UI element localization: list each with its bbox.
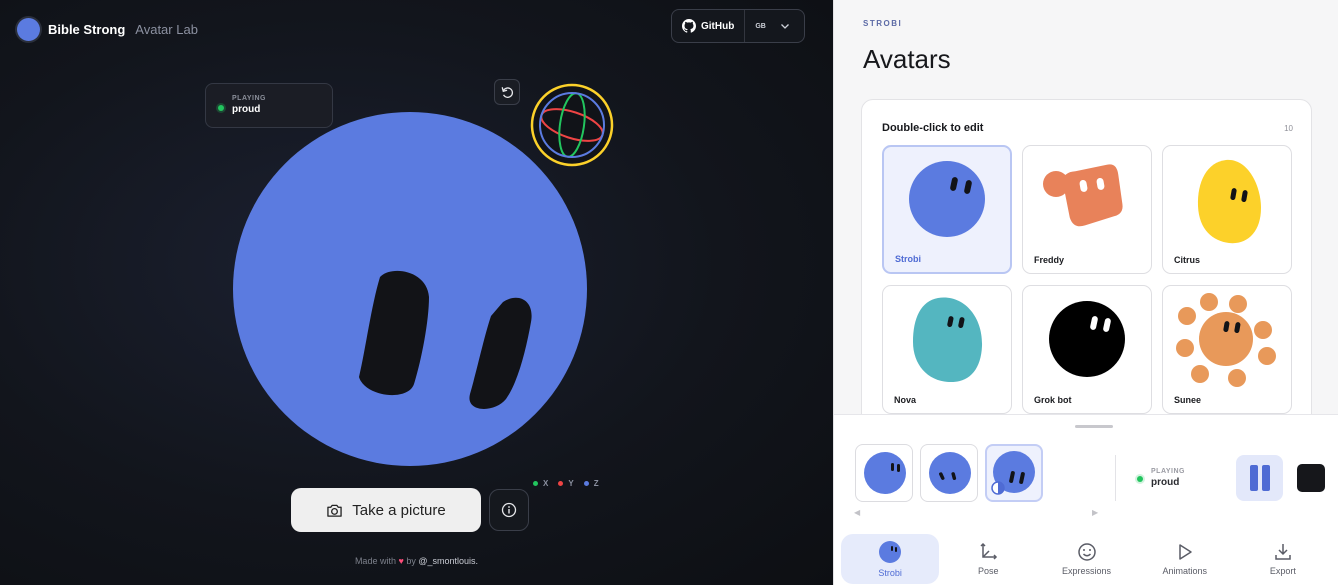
download-icon [1275,544,1291,560]
drag-handle[interactable] [1075,425,1113,428]
tab-label: Pose [978,566,999,576]
avatar-name: Freddy [1034,255,1065,265]
pause-icon [1261,465,1270,491]
axis-x-swatch [533,481,538,486]
author-link[interactable]: @_smontlouis. [418,556,478,566]
tab-label: Expressions [1061,566,1112,576]
brand: Bible Strong Avatar Lab [17,18,198,41]
brand-name: Bible Strong [48,22,126,37]
avatar-tile-strobi[interactable]: Strobi [882,145,1012,274]
variant-thumb-active[interactable] [985,444,1043,502]
bottom-nav: Strobi Pose Expressions Animations Expor… [841,534,1332,584]
avatar-tile-citrus[interactable]: Citrus [1162,145,1292,274]
chevron-down-icon [780,24,789,29]
avatar-name: Sunee [1174,395,1202,405]
nova-thumbnail [913,297,983,383]
avatar-tile-freddy[interactable]: Freddy [1022,145,1152,274]
variant-thumb-image [864,452,906,494]
tab-label: Export [1269,566,1296,576]
playing-value: proud [1151,477,1180,488]
avatar-name: Grok bot [1034,395,1072,405]
play-icon [1178,544,1192,560]
tab-strobi[interactable]: Strobi [841,534,940,584]
tab-expressions[interactable]: Expressions [1037,534,1135,584]
take-picture-label: Take a picture [352,501,446,519]
variant-thumb-image [991,451,1035,495]
axis-x: X [533,479,548,488]
info-icon [501,502,517,518]
axis-legend: X Y Z [533,479,599,488]
credit-line: Made with ♥ by @_smontlouis. [0,556,833,566]
axis-x-label: X [543,479,549,488]
variant-thumbnails [855,444,1043,502]
scroll-right-icon[interactable]: ▶ [1092,508,1098,517]
rotate-ccw-icon [501,86,513,98]
axis-y-swatch [558,481,564,486]
variant-thumb-image [929,452,971,494]
axis-z-label: Z [593,479,599,488]
citrus-thumbnail [1197,159,1261,244]
tab-animations[interactable]: Animations [1136,534,1234,584]
tab-pose[interactable]: Pose [939,534,1037,584]
avatar-preview[interactable] [233,112,587,466]
sunee-thumbnail [1176,293,1276,387]
axes-icon [980,542,998,560]
github-button[interactable]: GitHub [672,10,746,42]
header-actions: GitHub GB [671,9,805,43]
tray-playing-indicator: PLAYING proud [1137,468,1185,488]
avatar-name: Strobi [895,254,921,264]
axis-y-label: Y [568,479,574,488]
reset-rotation-button[interactable] [494,79,520,105]
status-dot [218,105,224,111]
take-picture-button[interactable]: Take a picture [291,488,481,532]
pause-icon [1249,465,1258,491]
language-value: GB [755,22,766,30]
brand-logo [17,18,40,41]
smile-icon [1077,543,1096,561]
grok-bot-thumbnail [1049,301,1125,377]
tab-export[interactable]: Export [1234,534,1332,584]
avatar-tile-grok-bot[interactable]: Grok bot [1022,285,1152,414]
avatar-grid: Strobi Freddy Citrus Nova Grok bot Sunee [882,145,1293,414]
info-button[interactable] [489,489,529,531]
heart-icon: ♥ [398,556,404,566]
avatar-library-card: Double-click to edit 10 Strobi Freddy Ci… [861,99,1312,429]
axis-z-swatch [583,481,589,486]
avatar-stage[interactable]: Bible Strong Avatar Lab GitHub GB PLAYIN… [0,0,833,585]
page-title: Avatars [863,44,951,74]
breadcrumb: STROBI [863,19,903,28]
playing-label: PLAYING [1151,468,1185,475]
avatar-tile-nova[interactable]: Nova [882,285,1012,414]
avatar-tile-sunee[interactable]: Sunee [1162,285,1292,414]
brand-subtitle: Avatar Lab [135,22,198,37]
camera-icon [327,504,343,517]
credit-prefix: Made with [354,556,396,566]
credit-by: by [406,556,416,566]
card-heading: Double-click to edit [882,122,984,134]
avatars-panel: STROBI Avatars Double-click to edit 10 S… [833,0,1338,585]
avatar-name: Citrus [1174,255,1201,265]
github-icon [682,19,696,33]
avatar-count: 10 [1284,124,1293,133]
divider [1115,455,1116,501]
status-dot [1137,476,1143,482]
axis-z: Z [583,479,599,488]
bottom-tray: ◀ ▶ PLAYING proud Strobi Pose Expression… [834,414,1338,585]
avatar-icon [879,541,902,563]
variant-thumb[interactable] [855,444,913,502]
variant-thumb[interactable] [920,444,978,502]
freddy-thumbnail [1043,164,1123,227]
pause-button[interactable] [1236,455,1283,501]
avatar-name: Nova [894,395,917,405]
scroll-left-icon[interactable]: ◀ [854,508,860,517]
tab-label: Strobi [878,568,902,578]
github-label: GitHub [701,20,735,32]
stop-button[interactable] [1297,464,1325,492]
tab-label: Animations [1162,566,1207,576]
playing-label: PLAYING [232,95,266,102]
language-select[interactable]: GB [745,21,800,31]
axis-y: Y [558,479,574,488]
